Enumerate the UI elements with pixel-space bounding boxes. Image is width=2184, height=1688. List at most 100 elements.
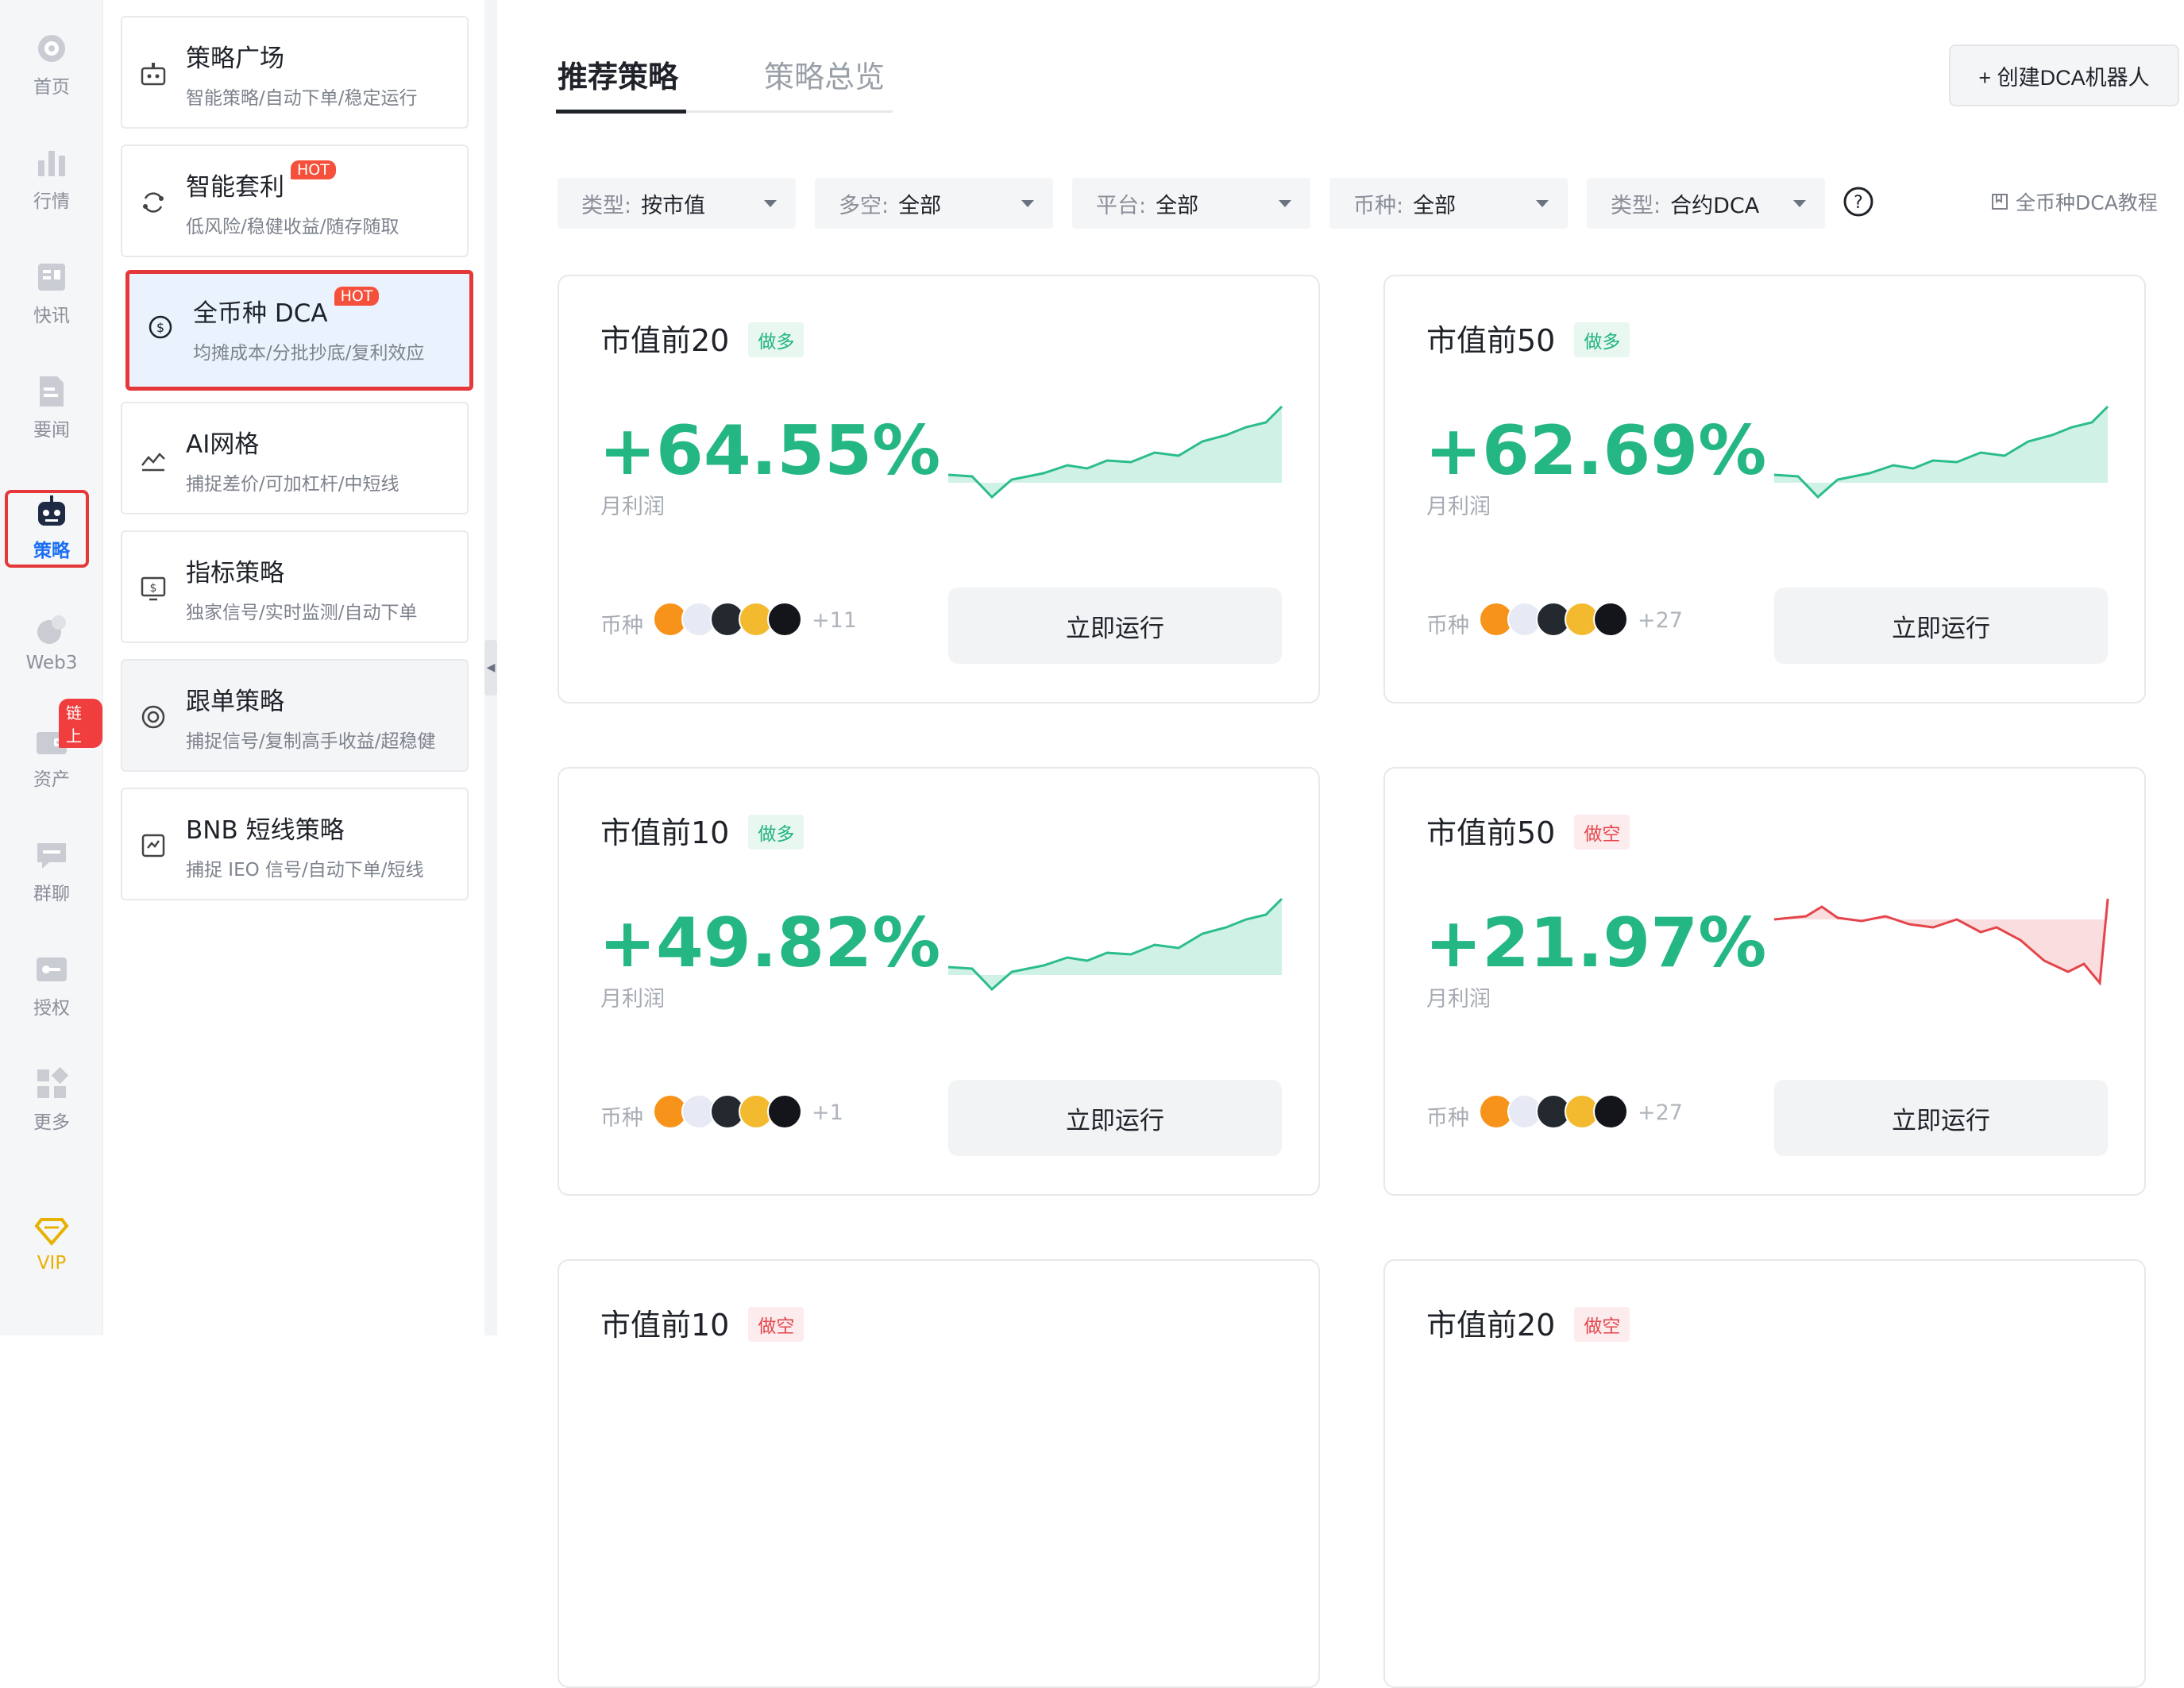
strategy-highlight-box [5, 490, 89, 568]
book-icon [1992, 194, 2008, 210]
monthly-profit-value: +64.55% [599, 411, 941, 491]
chat-icon [37, 843, 66, 869]
monthly-profit-label: 月利润 [1426, 495, 1491, 519]
more-coins-count: +27 [1638, 1100, 1683, 1125]
dca-tutorial-link[interactable]: 全币种DCA教程 [1990, 187, 2158, 216]
bnb-strategy-icon [141, 834, 165, 857]
direction-badge: 做空 [748, 1306, 805, 1342]
coins-label: 币种 [600, 1106, 643, 1131]
filter-type-marketcap[interactable]: 类型: 按市值 [558, 178, 796, 229]
direction-badge: 做空 [1574, 1306, 1630, 1342]
cycle-icon [143, 192, 164, 213]
coins-label: 币种 [1426, 1106, 1469, 1131]
strategy-card[interactable]: 市值前20 做多 +64.55% 月利润币种 +11 立即运行 [558, 275, 1320, 703]
web3-icon [37, 615, 66, 644]
filter-coin[interactable]: 币种: 全部 [1329, 178, 1568, 229]
menu-item-copy-trade[interactable]: 跟单策略 捕捉信号/复制高手收益/超稳健 [121, 659, 469, 772]
sparkline-area [1774, 899, 2108, 983]
more-coins-count: +1 [812, 1100, 843, 1125]
menu-item-strategy-plaza[interactable]: 策略广场 智能策略/自动下单/稳定运行 [121, 16, 469, 129]
profit-sparkline-chart [1773, 898, 2109, 986]
sparkline-area [948, 899, 1282, 989]
caret-down-icon [1021, 200, 1034, 207]
key-icon [37, 958, 67, 981]
menu-item-all-coin-dca[interactable]: $ 全币种 DCAHOT 均摊成本/分批抄底/复利效应 [125, 270, 473, 391]
profit-sparkline-chart [947, 897, 1283, 992]
profit-sparkline-chart [947, 405, 1283, 499]
rail-item-news[interactable]: 要闻 [0, 356, 103, 459]
run-now-button[interactable]: 立即运行 [948, 1080, 1282, 1156]
tab-overview[interactable]: 策略总览 [764, 52, 885, 96]
dollar-cycle-icon: $ [149, 315, 172, 339]
rail-item-market[interactable]: 行情 [0, 127, 103, 230]
monthly-profit-label: 月利润 [600, 987, 665, 1012]
rail-item-auth[interactable]: 授权 [0, 934, 103, 1037]
monthly-profit-label: 月利润 [1426, 987, 1491, 1012]
collapse-menu-button[interactable]: ◀ [484, 640, 497, 696]
filter-contract-type[interactable]: 类型: 合约DCA [1587, 178, 1825, 229]
profit-sparkline-chart [1773, 405, 2109, 499]
rail-item-chat[interactable]: 群聊 [0, 819, 103, 923]
card-title: 市值前50 做多 [1426, 316, 1630, 360]
sparkline-area [1774, 407, 2108, 497]
coins-label: 币种 [600, 614, 643, 638]
card-title: 市值前50 做空 [1426, 808, 1630, 853]
caret-down-icon [1279, 200, 1291, 207]
sparkline-area [948, 407, 1282, 497]
chevron-left-icon: ◀ [486, 661, 496, 674]
filter-direction[interactable]: 多空: 全部 [815, 178, 1053, 229]
strategy-card[interactable]: 市值前50 做多 +62.69% 月利润 币种 +27 立即运行 [1383, 275, 2146, 703]
tab-active-indicator [556, 110, 686, 114]
direction-badge: 做空 [1574, 814, 1630, 850]
run-now-button[interactable]: 立即运行 [1774, 588, 2108, 664]
monthly-profit-label: 月利润 [600, 495, 665, 519]
run-now-button[interactable]: 立即运行 [948, 588, 1282, 664]
caret-down-icon [1536, 200, 1549, 207]
hot-badge: HOT [291, 160, 336, 179]
run-now-button[interactable]: 立即运行 [1774, 1080, 2108, 1156]
vip-diamond-icon [34, 1218, 69, 1247]
tab-recommended[interactable]: 推荐策略 [558, 52, 678, 96]
hot-badge: HOT [334, 287, 380, 306]
grid-icon [37, 1066, 69, 1098]
svg-text:$: $ [150, 582, 157, 595]
caret-down-icon [764, 200, 777, 207]
filter-platform[interactable]: 平台: 全部 [1072, 178, 1310, 229]
menu-item-smart-arbitrage[interactable]: 智能套利HOT 低风险/稳健收益/随存随取 [121, 145, 469, 257]
card-title: 市值前10 做多 [600, 808, 805, 853]
market-icon [38, 151, 65, 176]
svg-text:$: $ [156, 320, 164, 335]
bot-icon [141, 63, 166, 86]
rail-item-home[interactable]: 首页 [0, 13, 103, 116]
svg-text:?: ? [1854, 193, 1863, 213]
strategy-menu: 策略广场 智能策略/自动下单/稳定运行 智能套利HOT 低风险/稳健收益/随存随… [103, 0, 484, 1335]
direction-badge: 做多 [1574, 322, 1630, 357]
menu-item-bnb-strategy[interactable]: BNB 短线策略 捕捉 IEO 信号/自动下单/短线 [121, 788, 469, 900]
menu-item-indicator[interactable]: $ 指标策略 独家信号/实时监测/自动下单 [121, 530, 469, 643]
help-icon[interactable]: ? [1843, 186, 1874, 218]
nav-rail: 首页 行情 快讯 要闻 策略 Web3 资产 链上 群聊 授权 更多 VIP [0, 0, 103, 1335]
strategy-card[interactable]: 市值前10 做空 [558, 1259, 1320, 1688]
rail-item-web3[interactable]: Web3 [0, 591, 103, 694]
rail-item-flash[interactable]: 快讯 [0, 241, 103, 345]
menu-item-ai-grid[interactable]: AI网格 捕捉差价/可加杠杆/中短线 [121, 402, 469, 514]
rail-item-more[interactable]: 更多 [0, 1048, 103, 1151]
home-icon [38, 35, 65, 62]
rail-item-vip[interactable]: VIP [0, 1191, 103, 1294]
sol-coin-icon [1593, 1094, 1628, 1129]
monthly-profit-value: +21.97% [1425, 904, 1767, 983]
direction-badge: 做多 [748, 814, 805, 850]
caret-down-icon [1793, 200, 1806, 207]
news-icon [40, 376, 64, 407]
strategy-card[interactable]: 市值前20 做空 [1383, 1259, 2146, 1688]
monthly-profit-value: +49.82% [599, 904, 941, 983]
card-title: 市值前20 做多 [600, 316, 805, 360]
more-coins-count: +11 [812, 608, 857, 633]
sol-coin-icon [767, 602, 802, 637]
direction-badge: 做多 [748, 322, 805, 357]
sol-coin-icon [767, 1094, 802, 1129]
strategy-card[interactable]: 市值前50 做空 +21.97% 月利润币种 +27 立即运行 [1383, 767, 2146, 1196]
strategy-card[interactable]: 市值前10 做多 +49.82% 月利润币种 +1 立即运行 [558, 767, 1320, 1196]
create-dca-bot-button[interactable]: + 创建DCA机器人 [1949, 44, 2179, 106]
chain-badge: 链上 [59, 699, 102, 748]
